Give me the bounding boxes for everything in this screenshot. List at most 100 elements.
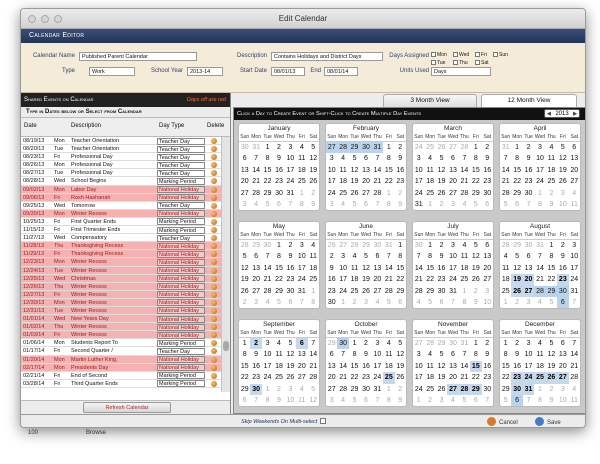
day-cell[interactable]: 7 — [459, 349, 470, 360]
row-date[interactable]: 12/31/13 — [23, 307, 44, 315]
day-cell[interactable]: 9 — [395, 153, 406, 164]
row-date[interactable]: 03/28/14 — [23, 380, 44, 388]
day-cell[interactable]: 3 — [569, 240, 580, 251]
day-cell[interactable]: 9 — [436, 251, 447, 262]
table-row[interactable]: 02/17/14 Mon Presidents Day National Holida… — [21, 363, 230, 372]
day-cell[interactable]: 4 — [569, 188, 580, 199]
day-cell[interactable]: 10 — [482, 297, 493, 308]
day-cell[interactable]: 27 — [337, 240, 348, 251]
day-cell[interactable]: 22 — [273, 274, 284, 285]
day-cell[interactable]: 11 — [534, 349, 545, 360]
day-cell[interactable]: 16 — [273, 165, 284, 176]
day-cell[interactable]: 30 — [326, 297, 337, 308]
row-date[interactable]: 12/26/13 — [23, 283, 44, 291]
row-date[interactable]: 08/19/13 — [23, 137, 44, 145]
row-description[interactable]: Third Quarter Ends — [71, 380, 155, 388]
day-cell[interactable]: 14 — [337, 361, 348, 372]
day-cell[interactable]: 11 — [569, 395, 580, 406]
table-row[interactable]: 08/20/13 Tue Teacher Orientation Teacher Da… — [21, 145, 230, 154]
day-cell[interactable]: 10 — [285, 395, 296, 406]
day-cell[interactable]: 1 — [308, 286, 319, 297]
day-cell[interactable]: 8 — [383, 199, 394, 210]
delete-icon[interactable] — [211, 202, 217, 209]
day-checkbox-sat[interactable]: Sat — [475, 60, 489, 66]
day-cell[interactable]: 20 — [372, 274, 383, 285]
day-cell[interactable]: 25 — [296, 176, 307, 187]
row-day-type[interactable]: Teacher Day — [157, 153, 205, 161]
day-cell[interactable]: 7 — [569, 338, 580, 349]
scrollbar-thumb[interactable] — [223, 341, 229, 351]
day-cell[interactable]: 2 — [395, 384, 406, 395]
day-cell[interactable]: 3 — [413, 349, 424, 360]
day-cell[interactable]: 1 — [239, 338, 250, 349]
day-cell[interactable]: 30 — [413, 240, 424, 251]
day-cell[interactable]: 13 — [447, 165, 458, 176]
day-cell[interactable]: 29 — [395, 286, 406, 297]
day-cell[interactable]: 19 — [360, 274, 371, 285]
delete-icon[interactable] — [211, 267, 217, 274]
day-cell[interactable]: 26 — [436, 142, 447, 153]
row-description[interactable]: New Years Day — [71, 315, 155, 323]
day-cell[interactable]: 3 — [326, 395, 337, 406]
day-cell[interactable]: 1 — [424, 240, 435, 251]
day-cell[interactable]: 30 — [436, 286, 447, 297]
row-description[interactable]: Labor Day — [71, 186, 155, 194]
row-date[interactable]: 08/23/13 — [23, 153, 44, 161]
day-cell[interactable]: 20 — [522, 274, 535, 286]
day-cell[interactable]: 2 — [326, 251, 337, 262]
day-cell[interactable]: 6 — [395, 297, 406, 308]
year-stepper[interactable]: ◀ 2013 ▶ — [544, 109, 580, 118]
row-date[interactable]: 09/30/13 — [23, 210, 44, 218]
row-date[interactable]: 12/30/13 — [23, 299, 44, 307]
day-cell[interactable]: 19 — [285, 361, 296, 372]
day-cell[interactable]: 5 — [383, 297, 394, 308]
day-cell[interactable]: 15 — [383, 165, 394, 176]
day-cell[interactable]: 22 — [470, 372, 481, 383]
day-cell[interactable]: 27 — [250, 286, 261, 297]
day-cell[interactable]: 28 — [534, 285, 546, 297]
day-cell[interactable]: 22 — [470, 176, 481, 187]
day-cell[interactable]: 5 — [395, 338, 406, 349]
day-cell[interactable]: 9 — [273, 153, 284, 164]
day-cell[interactable]: 9 — [546, 395, 557, 406]
day-cell[interactable]: 22 — [424, 274, 435, 285]
day-cell[interactable]: 16 — [436, 263, 447, 274]
day-cell[interactable]: 30 — [557, 285, 569, 297]
day-cell[interactable]: 14 — [459, 361, 470, 372]
table-row[interactable]: 12/31/13 Tue Winter Recess National Holiday — [21, 306, 230, 316]
day-cell[interactable]: 15 — [546, 263, 557, 274]
day-cell[interactable]: 24 — [569, 274, 580, 285]
day-cell[interactable]: 7 — [308, 338, 319, 349]
day-cell[interactable]: 6 — [360, 199, 371, 210]
day-cell[interactable]: 25 — [308, 274, 319, 285]
day-cell[interactable]: 28 — [372, 188, 383, 199]
day-cell[interactable]: 3 — [360, 297, 371, 308]
day-cell[interactable]: 7 — [250, 153, 261, 164]
day-cell[interactable]: 3 — [326, 153, 337, 164]
day-cell[interactable]: 10 — [447, 251, 458, 262]
day-cell[interactable]: 23 — [273, 176, 284, 187]
day-cell[interactable]: 31 — [372, 384, 383, 395]
day-cell[interactable]: 9 — [250, 349, 261, 360]
day-cell[interactable]: 22 — [500, 372, 511, 383]
day-checkbox-mon[interactable]: Mon — [431, 52, 447, 58]
day-cell[interactable]: 16 — [285, 263, 296, 274]
day-cell[interactable]: 2 — [470, 286, 481, 297]
day-cell[interactable]: 24 — [326, 188, 337, 199]
day-cell[interactable]: 2 — [523, 142, 534, 153]
day-cell[interactable]: 19 — [436, 372, 447, 383]
day-cell[interactable]: 5 — [557, 142, 568, 153]
table-row[interactable]: 10/25/13 Fri First Quarter Ends Marking Per… — [21, 218, 230, 227]
day-cell[interactable]: 27 — [557, 372, 569, 384]
day-cell[interactable]: 25 — [424, 188, 435, 199]
day-cell[interactable]: 26 — [285, 372, 296, 383]
day-cell[interactable]: 2 — [436, 199, 447, 210]
day-cell[interactable]: 31 — [296, 286, 307, 297]
day-cell[interactable]: 4 — [262, 297, 273, 308]
day-cell[interactable]: 23 — [285, 274, 296, 285]
day-cell[interactable]: 6 — [273, 199, 284, 210]
day-cell[interactable]: 5 — [239, 251, 250, 262]
day-cell[interactable]: 1 — [337, 297, 348, 308]
day-cell[interactable]: 12 — [436, 165, 447, 176]
day-cell[interactable]: 18 — [349, 274, 360, 285]
